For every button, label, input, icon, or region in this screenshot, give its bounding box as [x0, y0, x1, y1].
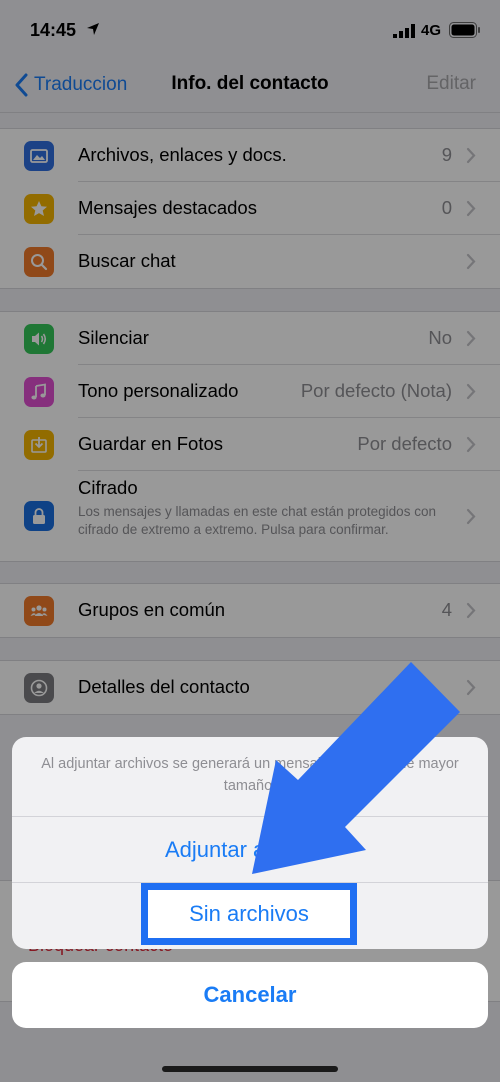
attach-files-button[interactable]: Adjuntar archivos	[12, 816, 488, 883]
home-indicator	[162, 1066, 338, 1072]
no-files-button[interactable]: Sin archivos	[141, 883, 357, 945]
cancel-button[interactable]: Cancelar	[12, 962, 488, 1028]
action-sheet-message: Al adjuntar archivos se generará un mens…	[41, 756, 459, 794]
